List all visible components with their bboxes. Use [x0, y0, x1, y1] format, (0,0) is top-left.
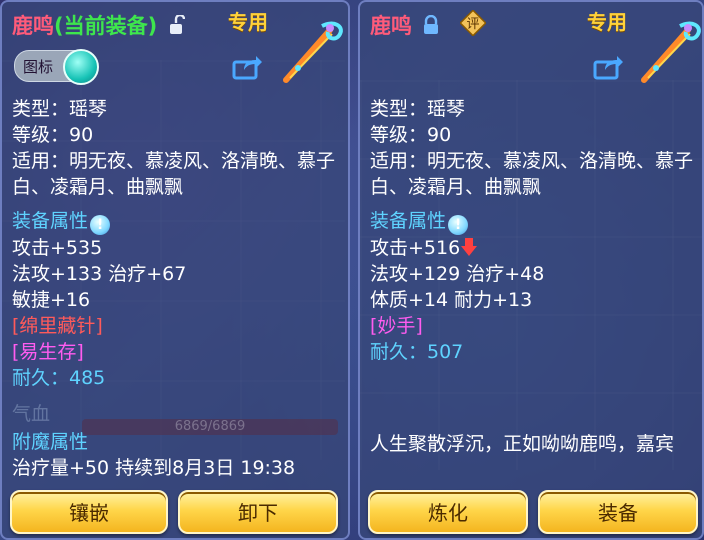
current-equipment-panel: 鹿鸣(当前装备) 专用 图标 类型：瑶琴 等级：90 适用：明无夜、慕凌风、洛清…	[0, 0, 350, 540]
refine-button[interactable]: 炼化	[368, 490, 528, 534]
attributes-header: 装备属性!	[12, 208, 342, 235]
special-label: 专用	[587, 10, 627, 34]
item-title: 鹿鸣(当前装备)	[12, 10, 185, 40]
icon-toggle[interactable]: 图标	[14, 49, 99, 85]
unequip-button[interactable]: 卸下	[178, 490, 338, 534]
zither-weapon-icon	[641, 21, 701, 83]
constitution-endurance-stat: 体质+14 耐力+13	[370, 289, 533, 311]
compare-equipment-panel: 鹿鸣 评 专用 类型：瑶琴 等级：90 适用：明无夜、慕凌风、洛清晚、慕子白、凌…	[358, 0, 704, 540]
info-icon[interactable]: !	[90, 215, 111, 235]
item-name: 鹿鸣	[370, 14, 412, 38]
item-description: 人生聚散浮沉，正如呦呦鹿鸣，嘉宾	[370, 433, 675, 455]
attributes-header-text: 装备属性	[370, 210, 447, 232]
enchant-line: 治疗量+50 持续到8月3日 19:38	[12, 457, 296, 479]
magic-heal-stat: 法攻+129 治疗+48	[370, 263, 545, 285]
durability: 耐久：485	[12, 367, 106, 389]
evaluate-badge-text: 评	[466, 17, 479, 32]
item-usable-by: 适用：明无夜、慕凌风、洛清晚、慕子白、凌霜月、曲飘飘	[12, 150, 336, 198]
attributes-header: 装备属性!	[370, 208, 700, 235]
share-icon[interactable]	[232, 54, 262, 80]
skill-tag: [易生存]	[12, 341, 84, 363]
magic-heal-stat: 法攻+133 治疗+67	[12, 263, 187, 285]
attack-stat: 攻击+535	[12, 237, 103, 259]
item-level: 等级：90	[370, 124, 452, 146]
lock-icon[interactable]	[423, 14, 439, 40]
item-type: 类型：瑶琴	[370, 98, 466, 120]
info-icon[interactable]: !	[448, 215, 469, 235]
toggle-label: 图标	[23, 58, 54, 76]
item-usable-by: 适用：明无夜、慕凌风、洛清晚、慕子白、凌霜月、曲飘飘	[370, 150, 694, 198]
item-title: 鹿鸣	[370, 10, 439, 40]
skill-tag: [绵里藏针]	[12, 315, 103, 337]
inlay-button[interactable]: 镶嵌	[10, 490, 168, 534]
item-details: 类型：瑶琴 等级：90 适用：明无夜、慕凌风、洛清晚、慕子白、凌霜月、曲飘飘 装…	[370, 96, 700, 457]
item-name: 鹿鸣	[12, 14, 54, 38]
share-icon[interactable]	[593, 54, 623, 80]
durability: 耐久：507	[370, 341, 464, 363]
faded-hp-bar: 6869/6869	[82, 419, 338, 435]
attack-stat: 攻击+516	[370, 235, 700, 261]
attack-stat-text: 攻击+516	[370, 237, 461, 259]
agility-stat: 敏捷+16	[12, 289, 91, 311]
skill-tag: [妙手]	[370, 315, 423, 337]
item-type: 类型：瑶琴	[12, 98, 108, 120]
attributes-header-text: 装备属性	[12, 210, 89, 232]
evaluate-badge-icon[interactable]: 评	[460, 10, 486, 36]
equipped-tag: (当前装备)	[54, 14, 158, 38]
toggle-knob	[63, 49, 99, 85]
down-arrow-icon	[461, 238, 478, 256]
zither-weapon-icon	[283, 21, 343, 83]
item-level: 等级：90	[12, 124, 94, 146]
special-label: 专用	[228, 10, 268, 34]
equip-button[interactable]: 装备	[538, 490, 698, 534]
unlock-icon[interactable]	[169, 13, 185, 40]
